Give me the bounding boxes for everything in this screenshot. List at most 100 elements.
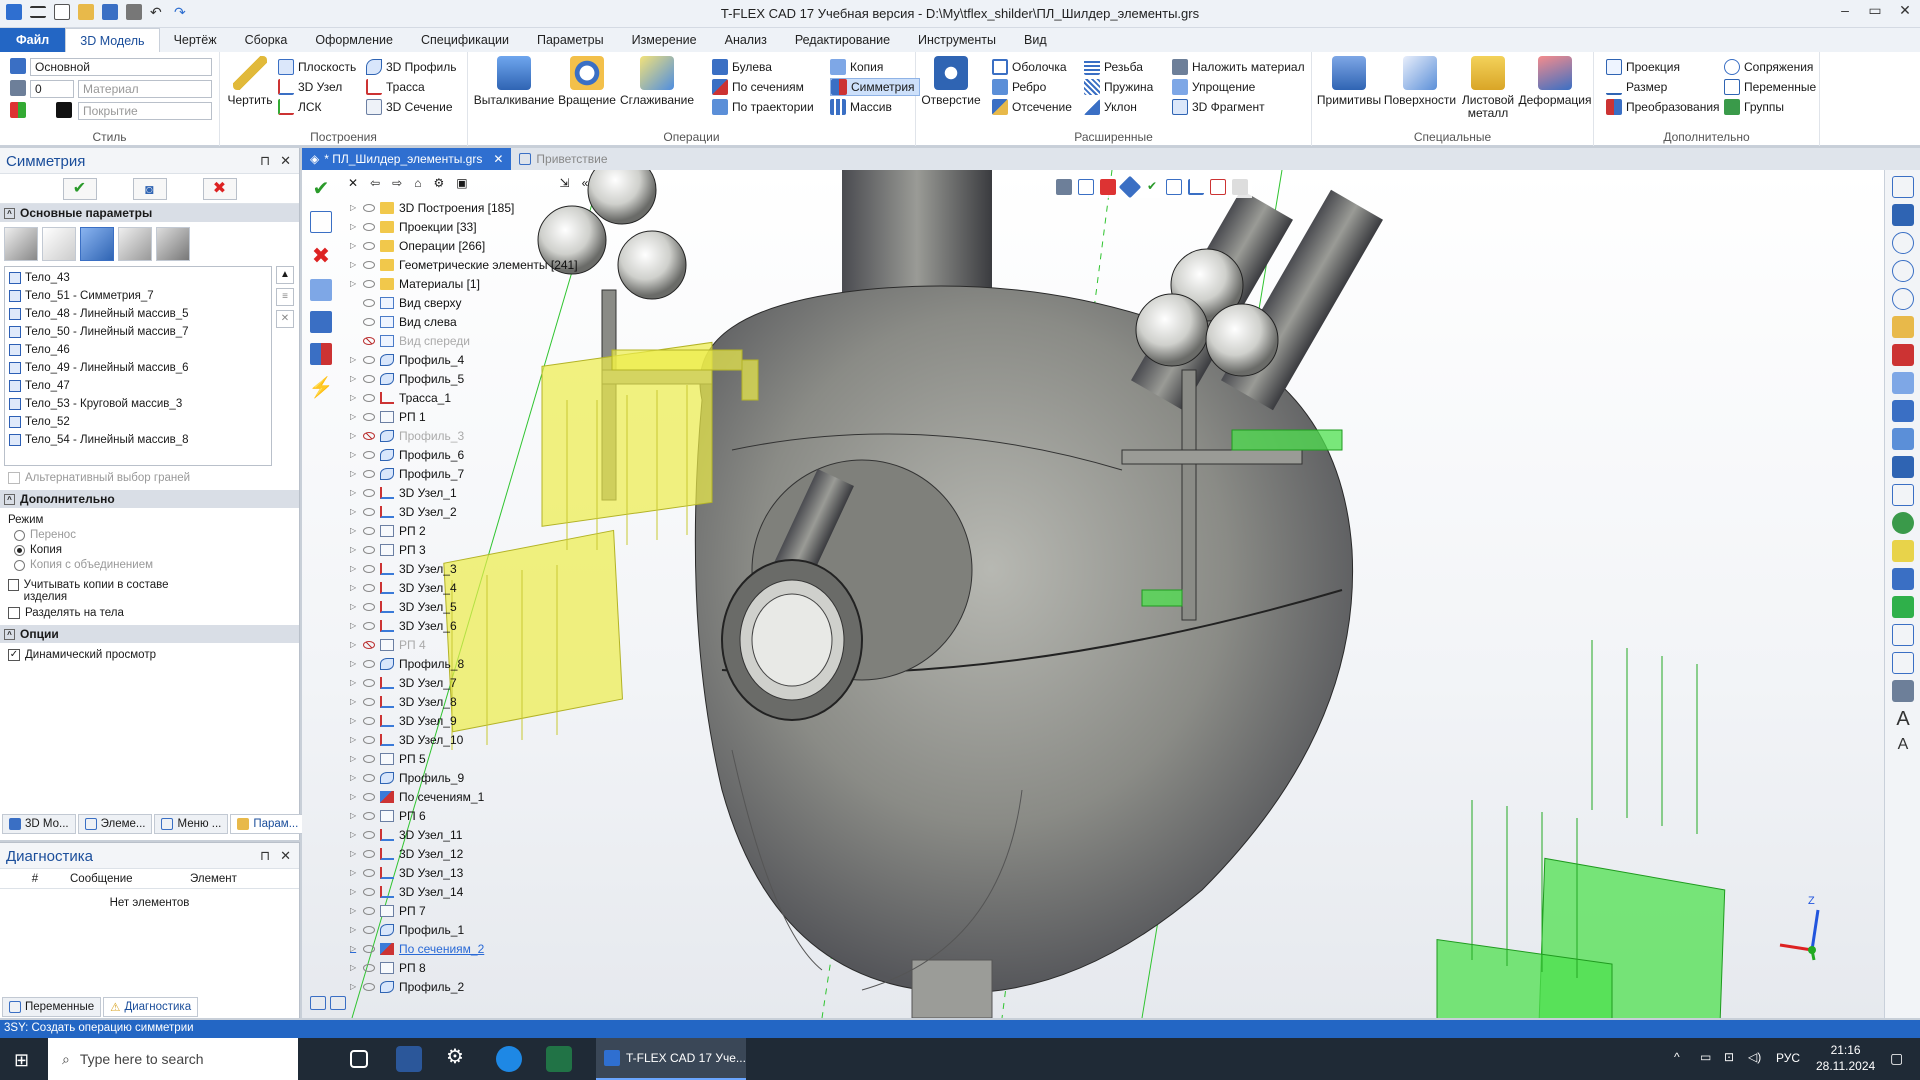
word-icon[interactable] — [396, 1046, 422, 1072]
volume-icon[interactable]: ◁) — [1748, 1050, 1761, 1064]
expand-arrow-icon[interactable]: ▷ — [350, 412, 358, 421]
layout-stack-icon[interactable] — [330, 996, 346, 1010]
tree-item[interactable]: ▷ Профиль_8 — [350, 654, 650, 673]
tree-item[interactable]: ▷ 3D Узел_4 — [350, 578, 650, 597]
battery-icon[interactable]: ▭ — [1700, 1050, 1711, 1064]
visibility-eye-icon[interactable] — [363, 697, 375, 706]
color-icon[interactable] — [10, 102, 26, 118]
expand-arrow-icon[interactable]: ▷ — [350, 849, 358, 858]
list-item[interactable]: Тело_53 - Круговой массив_3 — [5, 395, 271, 413]
tree-item[interactable]: ▷ 3D Узел_9 — [350, 711, 650, 730]
visibility-eye-icon[interactable] — [363, 279, 375, 288]
text-large-icon[interactable]: A — [1892, 708, 1914, 730]
print-view-icon[interactable] — [1892, 680, 1914, 702]
tree-item[interactable]: ▷ Проекции [33] — [350, 217, 650, 236]
select-body-icon[interactable] — [4, 227, 38, 261]
visibility-eye-icon[interactable] — [363, 412, 375, 421]
expand-arrow-icon[interactable]: ▷ — [350, 830, 358, 839]
view-grid-icon[interactable] — [1166, 179, 1182, 195]
visibility-eye-icon[interactable] — [363, 488, 375, 497]
mode-move-radio[interactable]: Перенос — [14, 529, 285, 541]
boolean-button[interactable]: Булева — [712, 58, 772, 76]
expand-arrow-icon[interactable]: ▷ — [350, 963, 358, 972]
tree-item[interactable]: ▷ Профиль_3 — [350, 426, 650, 445]
language-indicator[interactable]: РУС — [1776, 1051, 1800, 1065]
tab-variables[interactable]: Переменные — [2, 997, 102, 1017]
bypath-button[interactable]: По траектории — [712, 98, 814, 116]
expand-arrow-icon[interactable]: ▷ — [350, 564, 358, 573]
visibility-eye-icon[interactable] — [363, 906, 375, 915]
visibility-eye-icon[interactable] — [363, 792, 375, 801]
col-element[interactable]: Элемент — [190, 873, 290, 885]
mode-copy-union-radio[interactable]: Копия с объединением — [14, 559, 285, 571]
plane-button[interactable]: Плоскость — [278, 58, 356, 76]
mates-button[interactable]: Сопряжения — [1724, 58, 1813, 76]
zoom-all-icon[interactable] — [1892, 288, 1914, 310]
list-item[interactable]: Тело_49 - Линейный массив_6 — [5, 359, 271, 377]
tree-item[interactable]: ▷ РП 6 — [350, 806, 650, 825]
tree-item[interactable]: ▷ Профиль_4 — [350, 350, 650, 369]
ok-button[interactable]: ✔ — [62, 177, 97, 200]
panel-tab-3d-model[interactable]: 3D Мо... — [2, 814, 76, 834]
network-icon[interactable]: ⊡ — [1724, 1050, 1734, 1064]
lightning-icon[interactable]: ⚡ — [309, 375, 334, 400]
expand-arrow-icon[interactable]: ▷ — [350, 355, 358, 364]
visibility-eye-icon[interactable] — [363, 355, 375, 364]
measure-icon[interactable] — [1892, 316, 1914, 338]
primitives-button[interactable]: Примитивы — [1317, 56, 1381, 107]
model-tree[interactable]: ▷ 3D Построения [185] ▷ Проекции [33] ▷ Опера… — [350, 198, 650, 1028]
tree-item[interactable]: ▷ 3D Узел_8 — [350, 692, 650, 711]
tree-item[interactable]: ▷ РП 7 — [350, 901, 650, 920]
select-face-icon[interactable] — [42, 227, 76, 261]
section-options[interactable]: ^ Опции — [0, 625, 299, 643]
draw-button[interactable]: Чертить — [227, 56, 273, 107]
tree-item[interactable]: ▷ Материалы [1] — [350, 274, 650, 293]
zoom-icon[interactable] — [1892, 232, 1914, 254]
tab-editing[interactable]: Редактирование — [781, 28, 904, 52]
tree-item[interactable]: ▷ 3D Узел_6 — [350, 616, 650, 635]
visibility-eye-icon[interactable] — [363, 678, 375, 687]
params-icon[interactable] — [310, 211, 332, 233]
task-view-icon[interactable] — [350, 1050, 368, 1068]
slope-button[interactable]: Уклон — [1084, 98, 1137, 116]
lsk-button[interactable]: ЛСК — [278, 98, 322, 116]
split-bodies-checkbox[interactable]: Разделять на тела — [8, 607, 291, 619]
expand-arrow-icon[interactable]: ▷ — [350, 393, 358, 402]
section-view-icon[interactable] — [1210, 179, 1226, 195]
home-icon[interactable]: ⌂ — [414, 176, 421, 190]
doc-tab-model[interactable]: ◈ * ПЛ_Шилдер_элементы.grs ✕ — [302, 148, 512, 170]
layer-combo[interactable]: Основной — [30, 58, 212, 76]
tree-item[interactable]: ▷ Профиль_2 — [350, 977, 650, 996]
size-button[interactable]: Размер — [1606, 78, 1667, 96]
edge-icon[interactable] — [496, 1046, 522, 1072]
view-cube-icon[interactable] — [1892, 400, 1914, 422]
layout-split-icon[interactable] — [310, 996, 326, 1010]
visibility-eye-icon[interactable] — [363, 469, 375, 478]
shading-icon[interactable] — [1232, 179, 1248, 195]
close-panel-icon[interactable]: ✕ — [280, 153, 291, 169]
expand-arrow-icon[interactable]: ▷ — [350, 792, 358, 801]
magnet-icon[interactable] — [1892, 204, 1914, 226]
section-main[interactable]: ^ Основные параметры — [0, 204, 299, 222]
visibility-eye-icon[interactable] — [363, 241, 375, 250]
consider-copies-checkbox[interactable]: Учитывать копии в составе изделия — [8, 579, 188, 603]
tree-item[interactable]: ▷ 3D Узел_3 — [350, 559, 650, 578]
expand-arrow-icon[interactable]: ▷ — [350, 488, 358, 497]
maximize-button[interactable]: ▭ — [1860, 2, 1890, 19]
forward-icon[interactable]: ⇨ — [392, 176, 402, 190]
list-item[interactable]: Тело_48 - Линейный массив_5 — [5, 305, 271, 323]
tree-item[interactable]: ▷ 3D Построения [185] — [350, 198, 650, 217]
close-window-button[interactable]: ✕ — [1890, 2, 1920, 19]
pin-icon[interactable]: ⊓ — [260, 153, 270, 169]
text-small-icon[interactable]: A — [1892, 736, 1914, 758]
smooth-button[interactable]: Сглаживание — [620, 56, 694, 107]
visibility-eye-icon[interactable] — [363, 811, 375, 820]
tree-item[interactable]: ▷ 3D Узел_7 — [350, 673, 650, 692]
expand-arrow-icon[interactable]: ▷ — [350, 469, 358, 478]
visibility-eye-icon[interactable] — [363, 944, 375, 953]
tree-item[interactable]: ▷ Профиль_5 — [350, 369, 650, 388]
select-filter-icon[interactable] — [1078, 179, 1094, 195]
select-edge-icon[interactable] — [118, 227, 152, 261]
shell-button[interactable]: Оболочка — [992, 58, 1067, 76]
expand-arrow-icon[interactable]: ▷ — [350, 944, 358, 953]
